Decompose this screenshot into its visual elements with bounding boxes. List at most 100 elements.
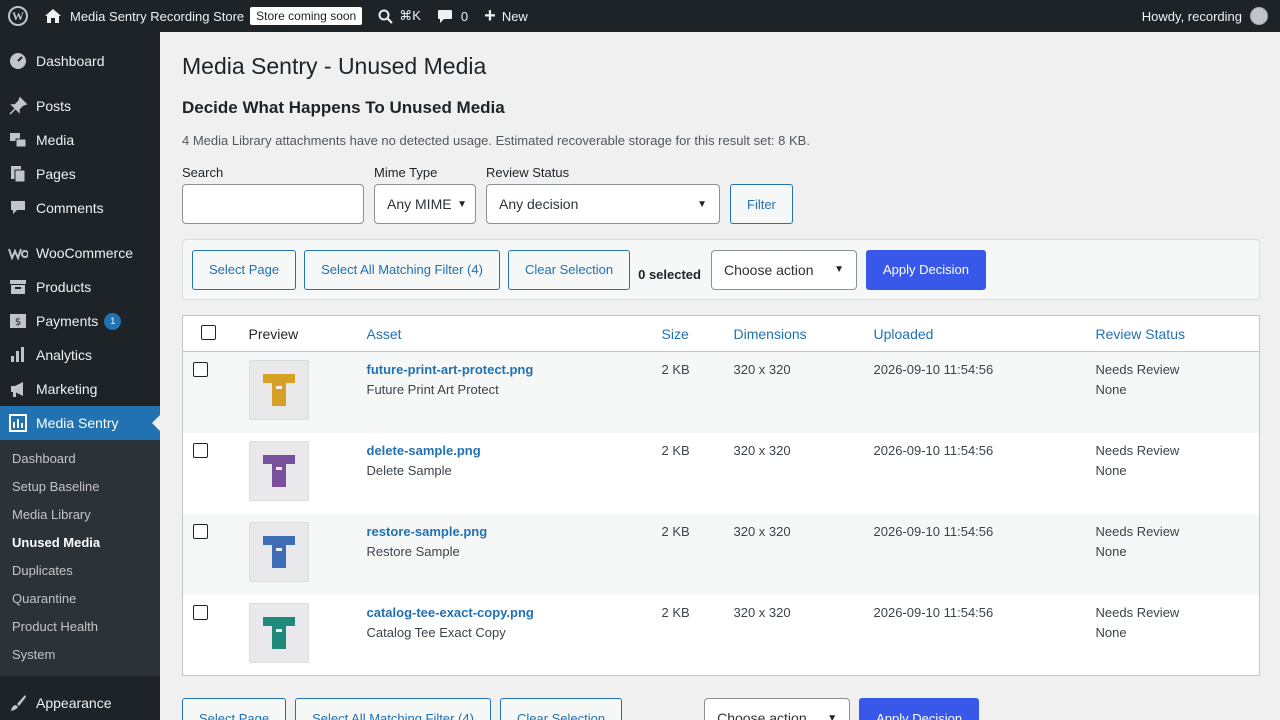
- apply-decision-button[interactable]: Apply Decision: [865, 249, 986, 290]
- bulk-action-select-bottom[interactable]: Choose action ▼: [704, 698, 851, 720]
- asset-title: Delete Sample: [366, 462, 452, 478]
- asset-size: 2 KB: [661, 523, 690, 539]
- row-checkbox[interactable]: [193, 604, 208, 620]
- archive-icon: [8, 277, 28, 297]
- comment-icon: [437, 9, 452, 23]
- asset-size: 2 KB: [661, 442, 690, 458]
- asset-size: 2 KB: [661, 604, 690, 620]
- review-decision: None: [1095, 624, 1127, 640]
- chevron-down-icon: ▼: [697, 198, 707, 210]
- select-all-matching-button[interactable]: Select All Matching Filter (4): [304, 249, 500, 290]
- column-size[interactable]: Size: [661, 315, 734, 352]
- media-thumbnail[interactable]: [248, 521, 309, 582]
- column-preview: Preview: [248, 315, 367, 352]
- submenu-product-health[interactable]: Product Health: [0, 612, 160, 640]
- sidebar-item-payments[interactable]: $ Payments 1: [0, 304, 160, 338]
- asset-file-link[interactable]: delete-sample.png: [367, 443, 662, 458]
- submenu-system[interactable]: System: [0, 640, 160, 668]
- plus-icon: +: [484, 4, 496, 27]
- usage-summary: 4 Media Library attachments have no dete…: [182, 133, 810, 148]
- submenu-unused-media[interactable]: Unused Media: [0, 528, 160, 556]
- review-status: Needs Review: [1095, 523, 1180, 539]
- table-row: future-print-art-protect.png Future Print…: [182, 351, 1260, 433]
- comments-link[interactable]: 0: [429, 0, 476, 32]
- payments-count-badge: 1: [104, 312, 122, 330]
- asset-title: Catalog Tee Exact Copy: [366, 624, 506, 640]
- asset-uploaded: 2026-09-10 11:54:56: [873, 523, 994, 539]
- sidebar-item-marketing[interactable]: Marketing: [0, 372, 160, 406]
- sidebar-item-media-sentry[interactable]: Media Sentry: [0, 406, 160, 440]
- shirt-image-icon: [262, 535, 295, 568]
- media-thumbnail[interactable]: [248, 360, 309, 420]
- shirt-image-icon: [262, 374, 295, 406]
- submenu-setup-baseline[interactable]: Setup Baseline: [0, 472, 160, 500]
- bulk-actions-bar: Select Page Select All Matching Filter (…: [182, 239, 1260, 300]
- new-label: New: [501, 8, 528, 24]
- asset-title: Future Print Art Protect: [366, 382, 499, 397]
- command-palette-button[interactable]: ⌘K: [370, 0, 429, 32]
- media-thumbnail[interactable]: [248, 440, 309, 501]
- asset-dimensions: 320 x 320: [733, 604, 791, 620]
- sidebar-item-label: Marketing: [36, 381, 98, 397]
- select-all-matching-button-bottom[interactable]: Select All Matching Filter (4): [295, 698, 491, 720]
- sidebar-item-woocommerce[interactable]: WooCommerce: [0, 236, 160, 270]
- clear-selection-button-bottom[interactable]: Clear Selection: [499, 698, 623, 720]
- mime-type-label: Mime Type: [374, 165, 438, 180]
- submenu-duplicates[interactable]: Duplicates: [0, 556, 160, 584]
- sidebar-item-pages[interactable]: Pages: [0, 157, 160, 191]
- sidebar-item-posts[interactable]: Posts: [0, 89, 160, 123]
- chevron-down-icon: ▼: [457, 198, 467, 210]
- row-checkbox[interactable]: [193, 523, 208, 539]
- select-page-button[interactable]: Select Page: [192, 249, 297, 290]
- mime-type-select[interactable]: Any MIME ▼: [374, 184, 476, 224]
- row-checkbox[interactable]: [193, 442, 208, 458]
- submenu-quarantine[interactable]: Quarantine: [0, 584, 160, 612]
- review-status: Needs Review: [1095, 362, 1180, 377]
- review-status-label: Review Status: [486, 165, 570, 180]
- sidebar-item-label: WooCommerce: [36, 245, 133, 261]
- select-all-checkbox[interactable]: [201, 324, 216, 340]
- bulk-action-select[interactable]: Choose action ▼: [710, 249, 857, 290]
- asset-dimensions: 320 x 320: [733, 362, 791, 377]
- asset-size: 2 KB: [661, 362, 690, 377]
- asset-file-link[interactable]: catalog-tee-exact-copy.png: [367, 605, 662, 620]
- site-name-link[interactable]: Media Sentry Recording Store Store comin…: [36, 0, 370, 32]
- column-dimensions[interactable]: Dimensions: [733, 315, 874, 352]
- new-content-link[interactable]: + New: [476, 0, 536, 32]
- shirt-image-icon: [262, 454, 295, 487]
- asset-file-link[interactable]: future-print-art-protect.png: [367, 362, 662, 377]
- select-page-button-bottom[interactable]: Select Page: [182, 698, 287, 720]
- media-sentry-submenu: Dashboard Setup Baseline Media Library U…: [0, 440, 160, 676]
- submenu-media-library[interactable]: Media Library: [0, 500, 160, 528]
- column-review-status[interactable]: Review Status: [1095, 315, 1260, 352]
- media-thumbnail[interactable]: [248, 602, 309, 663]
- search-input[interactable]: [182, 184, 364, 224]
- review-status: Needs Review: [1095, 604, 1180, 620]
- page-title: Media Sentry - Unused Media: [182, 53, 487, 79]
- apply-decision-button-bottom[interactable]: Apply Decision: [859, 698, 980, 720]
- asset-dimensions: 320 x 320: [733, 442, 791, 458]
- chevron-down-icon: ▼: [827, 712, 838, 720]
- asset-file-link[interactable]: restore-sample.png: [367, 524, 662, 539]
- bulk-action-value: Choose action: [723, 261, 814, 278]
- column-asset[interactable]: Asset: [366, 315, 662, 352]
- sidebar-item-appearance[interactable]: Appearance: [0, 686, 160, 720]
- submenu-dashboard[interactable]: Dashboard: [0, 444, 160, 472]
- column-uploaded[interactable]: Uploaded: [873, 315, 1096, 352]
- sidebar-item-comments[interactable]: Comments: [0, 191, 160, 225]
- store-status-badge[interactable]: Store coming soon: [250, 7, 363, 25]
- filter-button[interactable]: Filter: [730, 184, 793, 224]
- asset-uploaded: 2026-09-10 11:54:56: [873, 442, 994, 458]
- review-status-select[interactable]: Any decision ▼: [486, 184, 720, 224]
- user-menu[interactable]: Howdy, recording: [1142, 7, 1280, 25]
- row-checkbox[interactable]: [193, 362, 208, 377]
- unused-media-table: Preview Asset Size Dimensions Uploaded R…: [182, 315, 1260, 676]
- shortcut-label: ⌘K: [399, 8, 421, 23]
- sidebar-item-media[interactable]: Media: [0, 123, 160, 157]
- sidebar-item-analytics[interactable]: Analytics: [0, 338, 160, 372]
- sidebar-item-label: Analytics: [36, 347, 93, 363]
- sidebar-item-products[interactable]: Products: [0, 270, 160, 304]
- clear-selection-button[interactable]: Clear Selection: [507, 249, 631, 290]
- sidebar-item-dashboard[interactable]: Dashboard: [0, 44, 160, 78]
- wordpress-logo-icon[interactable]: W: [0, 0, 36, 32]
